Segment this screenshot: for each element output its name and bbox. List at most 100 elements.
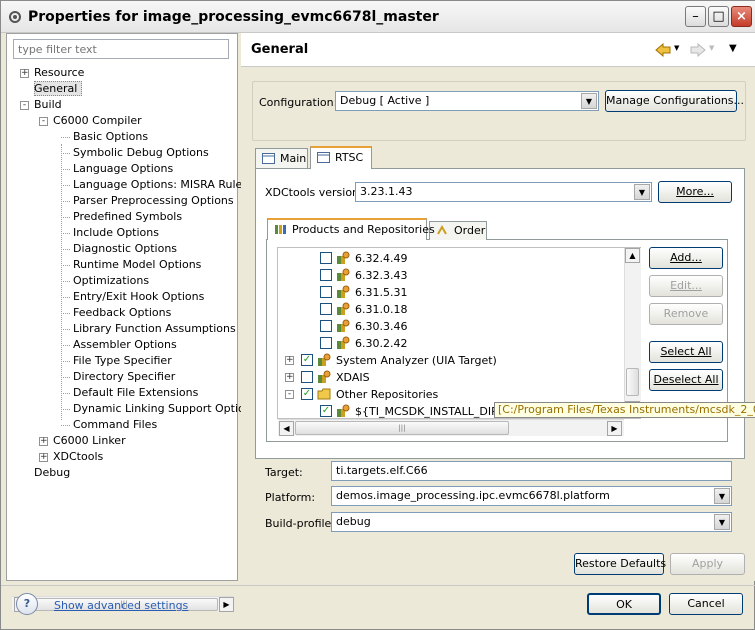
tree-item[interactable]: Library Function Assumptions (73, 322, 236, 336)
cancel-button[interactable]: Cancel (669, 593, 743, 615)
tree-item[interactable]: Default File Extensions (73, 386, 198, 400)
scroll-up-icon[interactable]: ▲ (625, 248, 640, 263)
tree-item[interactable]: C6000 Compiler (53, 114, 142, 128)
tree-item[interactable]: Diagnostic Options (73, 242, 177, 256)
xdctools-version-label: XDCtools version: (265, 186, 363, 199)
ok-button[interactable]: OK (587, 593, 661, 615)
repo-item[interactable]: 6.30.2.42 (278, 335, 628, 351)
back-arrow-icon[interactable] (655, 43, 671, 57)
more-button[interactable]: More... (658, 181, 732, 203)
show-advanced-settings-link[interactable]: Show advanced settings (54, 599, 188, 612)
repo-checkbox[interactable] (320, 286, 332, 298)
tree-item[interactable]: Build (34, 98, 62, 112)
expand-icon[interactable]: + (20, 69, 29, 78)
repo-checkbox[interactable] (320, 252, 332, 264)
forward-dropdown-icon[interactable]: ▼ (709, 44, 714, 52)
repo-item[interactable]: 6.31.0.18 (278, 301, 628, 317)
tree-item[interactable]: Feedback Options (73, 306, 171, 320)
scroll-thumb[interactable] (626, 368, 639, 396)
repo-checkbox[interactable] (301, 371, 313, 383)
repository-tree: 6.32.4.49 6.32.3.43 6.31.5.31 6.31.0.18 6.30… (277, 247, 641, 419)
expand-icon[interactable]: + (39, 453, 48, 462)
close-button[interactable]: × (731, 6, 752, 27)
help-icon[interactable]: ? (16, 593, 38, 615)
tree-item[interactable]: Symbolic Debug Options (73, 146, 209, 160)
configuration-select[interactable]: Debug [ Active ] ▼ (335, 91, 599, 111)
tab-rtsc[interactable]: RTSC (310, 146, 372, 169)
tree-item[interactable]: General (34, 82, 77, 96)
repo-checkbox[interactable] (320, 337, 332, 349)
add-button-label: Add... (670, 251, 702, 264)
scroll-right-icon[interactable]: ▶ (219, 597, 234, 612)
tree-item[interactable]: Debug (34, 466, 70, 480)
platform-select[interactable]: demos.image_processing.ipc.evmc6678l.pla… (331, 486, 732, 506)
restore-defaults-button[interactable]: Restore Defaults (574, 553, 666, 575)
select-all-button[interactable]: Select All (649, 341, 723, 363)
repo-checkbox[interactable]: ✓ (320, 405, 332, 417)
tree-item[interactable]: Parser Preprocessing Options (73, 194, 234, 208)
tree-item[interactable]: Resource (34, 66, 84, 80)
forward-arrow-icon[interactable] (690, 43, 706, 57)
expand-icon[interactable]: + (39, 437, 48, 446)
collapse-icon[interactable]: - (20, 101, 29, 110)
edit-button[interactable]: Edit... (649, 275, 723, 297)
tree-item[interactable]: XDCtools (53, 450, 103, 464)
scroll-right-icon[interactable]: ▶ (607, 421, 622, 436)
tab-products-repositories[interactable]: Products and Repositories (267, 218, 435, 240)
tree-item-label: Resource (34, 66, 85, 79)
tree-item[interactable]: Assembler Options (73, 338, 177, 352)
tree-item[interactable]: Language Options: MISRA Rules (73, 178, 248, 192)
tree-item[interactable]: Optimizations (73, 274, 149, 288)
package-icon (318, 353, 331, 366)
repo-checkbox[interactable] (320, 303, 332, 315)
repo-item[interactable]: 6.32.3.43 (278, 267, 628, 283)
expand-icon[interactable]: + (285, 373, 294, 382)
remove-button[interactable]: Remove (649, 303, 723, 325)
build-profile-select[interactable]: debug ▼ (331, 512, 732, 532)
repo-checkbox[interactable] (320, 320, 332, 332)
repo-item[interactable]: - ✓ Other Repositories (278, 386, 628, 402)
tree-item[interactable]: Directory Specifier (73, 370, 175, 384)
repo-item[interactable]: + XDAIS (278, 369, 628, 385)
minimize-button[interactable]: – (685, 6, 706, 27)
repo-item[interactable]: 6.31.5.31 (278, 284, 628, 300)
tab-main[interactable]: Main (255, 148, 308, 170)
expand-icon[interactable]: + (285, 356, 294, 365)
tree-item[interactable]: Include Options (73, 226, 159, 240)
tab-order[interactable]: Order (429, 221, 487, 240)
xdctools-version-select[interactable]: 3.23.1.43 ▼ (355, 182, 652, 202)
collapse-icon[interactable]: - (285, 390, 294, 399)
tree-item[interactable]: Command Files (73, 418, 157, 432)
repo-checkbox[interactable]: ✓ (301, 388, 313, 400)
repo-horizontal-scrollbar[interactable]: ◀ ||| ▶ (278, 419, 624, 436)
scroll-left-icon[interactable]: ◀ (279, 421, 294, 436)
tree-item[interactable]: Runtime Model Options (73, 258, 201, 272)
manage-configurations-button[interactable]: Manage Configurations... (605, 90, 744, 112)
repo-item[interactable]: 6.30.3.46 (278, 318, 628, 334)
add-button[interactable]: Add... (649, 247, 723, 269)
tree-item-label: Entry/Exit Hook Options (73, 290, 205, 303)
filter-input[interactable] (13, 39, 229, 59)
repo-checkbox[interactable]: ✓ (301, 354, 313, 366)
view-menu-icon[interactable]: ▼ (729, 43, 737, 54)
repo-checkbox[interactable] (320, 269, 332, 281)
target-field[interactable]: ti.targets.elf.C66 (331, 461, 732, 481)
tree-item[interactable]: File Type Specifier (73, 354, 172, 368)
tree-item[interactable]: C6000 Linker (53, 434, 126, 448)
maximize-button[interactable]: □ (708, 6, 729, 27)
tree-item[interactable]: Language Options (73, 162, 173, 176)
apply-button[interactable]: Apply (670, 553, 745, 575)
repo-item[interactable]: 6.32.4.49 (278, 250, 628, 266)
repo-item-label: XDAIS (336, 371, 370, 384)
tree-item[interactable]: Predefined Symbols (73, 210, 182, 224)
scroll-thumb[interactable]: ||| (295, 421, 509, 435)
repo-vertical-scrollbar[interactable]: ▲ ▼ (624, 248, 641, 418)
tree-item[interactable]: Dynamic Linking Support Options (73, 402, 257, 416)
back-dropdown-icon[interactable]: ▼ (674, 44, 679, 52)
repo-item[interactable]: + ✓ System Analyzer (UIA Target) (278, 352, 628, 368)
collapse-icon[interactable]: - (39, 117, 48, 126)
tree-item[interactable]: Basic Options (73, 130, 148, 144)
deselect-all-button[interactable]: Deselect All (649, 369, 723, 391)
tree-item[interactable]: Entry/Exit Hook Options (73, 290, 204, 304)
tree-connector (61, 144, 62, 420)
